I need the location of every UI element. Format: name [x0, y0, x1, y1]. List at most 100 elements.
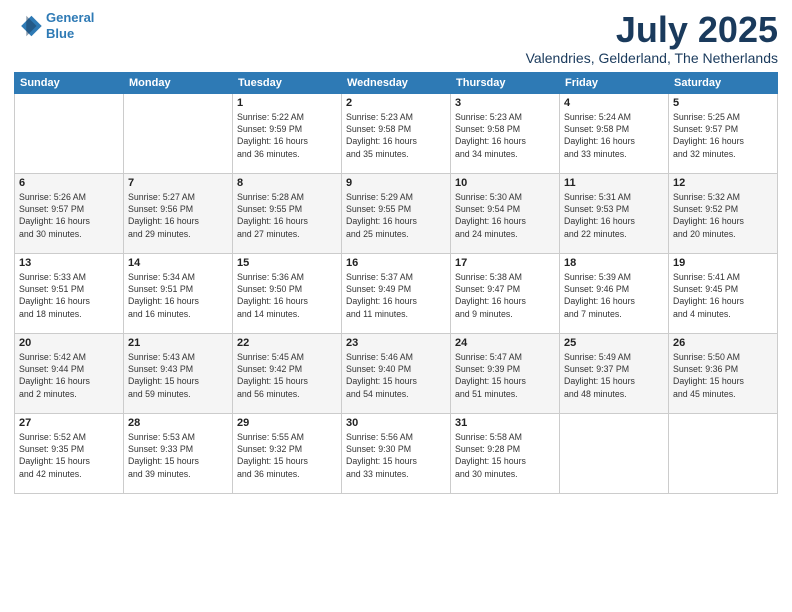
calendar-cell: 2 Sunrise: 5:23 AM Sunset: 9:58 PM Daylig… [342, 93, 451, 173]
day-number: 15 [237, 257, 337, 269]
month-title: July 2025 [526, 10, 778, 50]
header: General Blue July 2025 Valendries, Gelde… [14, 10, 778, 66]
calendar-cell: 27Sunrise: 5:52 AM Sunset: 9:35 PM Dayli… [15, 413, 124, 493]
calendar-week-5: 27Sunrise: 5:52 AM Sunset: 9:35 PM Dayli… [15, 413, 778, 493]
day-info: Sunrise: 5:33 AM Sunset: 9:51 PM Dayligh… [19, 271, 119, 320]
day-info: Sunrise: 5:38 AM Sunset: 9:47 PM Dayligh… [455, 271, 555, 320]
page: General Blue July 2025 Valendries, Gelde… [0, 0, 792, 612]
calendar-week-3: 13Sunrise: 5:33 AM Sunset: 9:51 PM Dayli… [15, 253, 778, 333]
calendar-cell: 12Sunrise: 5:32 AM Sunset: 9:52 PM Dayli… [669, 173, 778, 253]
calendar-cell: 30 Sunrise: 5:56 AM Sunset: 9:30 PM Dayli… [342, 413, 451, 493]
day-number: 7 [128, 177, 228, 189]
day-number: 19 [673, 257, 773, 269]
day-info: Sunrise: 5:23 AM Sunset: 9:58 PM Dayligh… [346, 111, 446, 160]
calendar-table: Sunday Monday Tuesday Wednesday Thursday… [14, 72, 778, 494]
calendar-cell: 13Sunrise: 5:33 AM Sunset: 9:51 PM Dayli… [15, 253, 124, 333]
day-info: Sunrise: 5:24 AM Sunset: 9:58 PM Dayligh… [564, 111, 664, 160]
day-number: 22 [237, 337, 337, 349]
calendar-header-row: Sunday Monday Tuesday Wednesday Thursday… [15, 72, 778, 93]
col-monday: Monday [124, 72, 233, 93]
day-number: 31 [455, 417, 555, 429]
calendar-cell: 11 Sunrise: 5:31 AM Sunset: 9:53 PM Dayli… [560, 173, 669, 253]
calendar-cell: 24Sunrise: 5:47 AM Sunset: 9:39 PM Dayli… [451, 333, 560, 413]
day-number: 8 [237, 177, 337, 189]
day-number: 10 [455, 177, 555, 189]
day-info: Sunrise: 5:36 AM Sunset: 9:50 PM Dayligh… [237, 271, 337, 320]
title-block: July 2025 Valendries, Gelderland, The Ne… [526, 10, 778, 66]
day-info: Sunrise: 5:29 AM Sunset: 9:55 PM Dayligh… [346, 191, 446, 240]
day-number: 20 [19, 337, 119, 349]
calendar-cell: 21Sunrise: 5:43 AM Sunset: 9:43 PM Dayli… [124, 333, 233, 413]
day-info: Sunrise: 5:28 AM Sunset: 9:55 PM Dayligh… [237, 191, 337, 240]
day-info: Sunrise: 5:56 AM Sunset: 9:30 PM Dayligh… [346, 431, 446, 480]
calendar-cell: 19 Sunrise: 5:41 AM Sunset: 9:45 PM Dayli… [669, 253, 778, 333]
day-info: Sunrise: 5:27 AM Sunset: 9:56 PM Dayligh… [128, 191, 228, 240]
day-info: Sunrise: 5:32 AM Sunset: 9:52 PM Dayligh… [673, 191, 773, 240]
calendar-cell: 26 Sunrise: 5:50 AM Sunset: 9:36 PM Dayli… [669, 333, 778, 413]
day-number: 29 [237, 417, 337, 429]
col-saturday: Saturday [669, 72, 778, 93]
day-info: Sunrise: 5:26 AM Sunset: 9:57 PM Dayligh… [19, 191, 119, 240]
day-number: 5 [673, 97, 773, 109]
location-title: Valendries, Gelderland, The Netherlands [526, 50, 778, 66]
logo-icon [14, 14, 42, 38]
calendar-cell: 4 Sunrise: 5:24 AM Sunset: 9:58 PM Daylig… [560, 93, 669, 173]
day-number: 14 [128, 257, 228, 269]
day-number: 9 [346, 177, 446, 189]
calendar-cell: 22 Sunrise: 5:45 AM Sunset: 9:42 PM Dayli… [233, 333, 342, 413]
calendar-week-2: 6Sunrise: 5:26 AM Sunset: 9:57 PM Daylig… [15, 173, 778, 253]
day-number: 28 [128, 417, 228, 429]
logo-text: General Blue [46, 10, 94, 41]
day-number: 16 [346, 257, 446, 269]
day-info: Sunrise: 5:41 AM Sunset: 9:45 PM Dayligh… [673, 271, 773, 320]
calendar-cell: 23 Sunrise: 5:46 AM Sunset: 9:40 PM Dayli… [342, 333, 451, 413]
calendar-cell: 17 Sunrise: 5:38 AM Sunset: 9:47 PM Dayli… [451, 253, 560, 333]
day-number: 1 [237, 97, 337, 109]
day-info: Sunrise: 5:45 AM Sunset: 9:42 PM Dayligh… [237, 351, 337, 400]
col-sunday: Sunday [15, 72, 124, 93]
calendar-cell: 6Sunrise: 5:26 AM Sunset: 9:57 PM Daylig… [15, 173, 124, 253]
day-number: 17 [455, 257, 555, 269]
day-info: Sunrise: 5:37 AM Sunset: 9:49 PM Dayligh… [346, 271, 446, 320]
day-number: 30 [346, 417, 446, 429]
day-number: 26 [673, 337, 773, 349]
day-info: Sunrise: 5:39 AM Sunset: 9:46 PM Dayligh… [564, 271, 664, 320]
calendar-cell [669, 413, 778, 493]
day-info: Sunrise: 5:25 AM Sunset: 9:57 PM Dayligh… [673, 111, 773, 160]
logo: General Blue [14, 10, 94, 41]
day-info: Sunrise: 5:22 AM Sunset: 9:59 PM Dayligh… [237, 111, 337, 160]
day-info: Sunrise: 5:31 AM Sunset: 9:53 PM Dayligh… [564, 191, 664, 240]
calendar-cell: 1 Sunrise: 5:22 AM Sunset: 9:59 PM Daylig… [233, 93, 342, 173]
calendar-cell: 16 Sunrise: 5:37 AM Sunset: 9:49 PM Dayli… [342, 253, 451, 333]
day-number: 2 [346, 97, 446, 109]
day-info: Sunrise: 5:58 AM Sunset: 9:28 PM Dayligh… [455, 431, 555, 480]
calendar-cell: 18 Sunrise: 5:39 AM Sunset: 9:46 PM Dayli… [560, 253, 669, 333]
day-info: Sunrise: 5:23 AM Sunset: 9:58 PM Dayligh… [455, 111, 555, 160]
day-number: 18 [564, 257, 664, 269]
calendar-cell: 10 Sunrise: 5:30 AM Sunset: 9:54 PM Dayli… [451, 173, 560, 253]
calendar-cell: 8 Sunrise: 5:28 AM Sunset: 9:55 PM Daylig… [233, 173, 342, 253]
day-number: 23 [346, 337, 446, 349]
calendar-cell: 28 Sunrise: 5:53 AM Sunset: 9:33 PM Dayli… [124, 413, 233, 493]
col-thursday: Thursday [451, 72, 560, 93]
logo-line1: General [46, 10, 94, 25]
day-info: Sunrise: 5:55 AM Sunset: 9:32 PM Dayligh… [237, 431, 337, 480]
day-number: 3 [455, 97, 555, 109]
day-info: Sunrise: 5:30 AM Sunset: 9:54 PM Dayligh… [455, 191, 555, 240]
day-number: 25 [564, 337, 664, 349]
day-number: 11 [564, 177, 664, 189]
calendar-week-1: 1 Sunrise: 5:22 AM Sunset: 9:59 PM Daylig… [15, 93, 778, 173]
day-number: 21 [128, 337, 228, 349]
day-info: Sunrise: 5:52 AM Sunset: 9:35 PM Dayligh… [19, 431, 119, 480]
calendar-cell [560, 413, 669, 493]
col-tuesday: Tuesday [233, 72, 342, 93]
calendar-cell: 9 Sunrise: 5:29 AM Sunset: 9:55 PM Daylig… [342, 173, 451, 253]
logo-line2: Blue [46, 26, 74, 41]
day-number: 4 [564, 97, 664, 109]
day-info: Sunrise: 5:50 AM Sunset: 9:36 PM Dayligh… [673, 351, 773, 400]
calendar-cell: 31 Sunrise: 5:58 AM Sunset: 9:28 PM Dayli… [451, 413, 560, 493]
day-info: Sunrise: 5:46 AM Sunset: 9:40 PM Dayligh… [346, 351, 446, 400]
col-wednesday: Wednesday [342, 72, 451, 93]
day-info: Sunrise: 5:53 AM Sunset: 9:33 PM Dayligh… [128, 431, 228, 480]
day-info: Sunrise: 5:42 AM Sunset: 9:44 PM Dayligh… [19, 351, 119, 400]
